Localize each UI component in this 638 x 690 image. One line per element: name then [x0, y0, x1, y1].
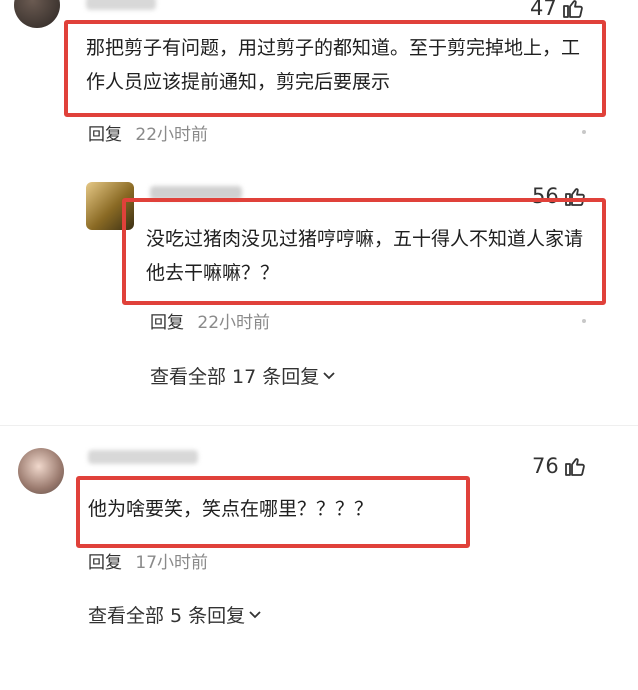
divider: [0, 425, 638, 426]
more-options-icon[interactable]: [582, 319, 586, 323]
reply-button[interactable]: 回复: [150, 313, 184, 333]
chevron-down-icon: [322, 365, 336, 387]
comment-time: 22小时前: [197, 313, 271, 333]
like-button[interactable]: 76: [532, 454, 587, 478]
view-all-replies-label: 查看全部 17 条回复: [150, 366, 320, 388]
avatar[interactable]: [14, 0, 60, 28]
comment-text: 那把剪子有问题，用过剪子的都知道。至于剪完掉地上，工作人员应该提前通知，剪完后要…: [86, 37, 581, 93]
like-count: 76: [532, 454, 559, 478]
thumbs-up-icon: [561, 0, 585, 20]
thumbs-up-icon: [563, 454, 587, 478]
comment-meta: 回复 22小时前: [150, 308, 270, 333]
like-button[interactable]: 47: [530, 0, 585, 20]
view-all-replies-button[interactable]: 查看全部 5 条回复: [88, 601, 262, 628]
comment-meta: 回复 22小时前: [88, 120, 208, 145]
chevron-down-icon: [248, 604, 262, 626]
comment-time: 17小时前: [135, 553, 209, 573]
view-all-replies-button[interactable]: 查看全部 17 条回复: [150, 362, 336, 389]
avatar[interactable]: [18, 448, 64, 494]
view-all-replies-label: 查看全部 5 条回复: [88, 605, 246, 627]
more-options-icon[interactable]: [582, 130, 586, 134]
reply-button[interactable]: 回复: [88, 125, 122, 145]
like-count: 47: [530, 0, 557, 20]
comment-time: 22小时前: [135, 125, 209, 145]
comment-meta: 回复 17小时前: [88, 548, 208, 573]
comment-text: 他为啥要笑，笑点在哪里？？？？: [88, 498, 374, 520]
comment-text: 没吃过猪肉没见过猪哼哼嘛，五十得人不知道人家请他去干嘛嘛？？: [146, 228, 584, 284]
username-blurred[interactable]: [88, 450, 198, 464]
username-blurred[interactable]: [86, 0, 156, 10]
reply-button[interactable]: 回复: [88, 553, 122, 573]
